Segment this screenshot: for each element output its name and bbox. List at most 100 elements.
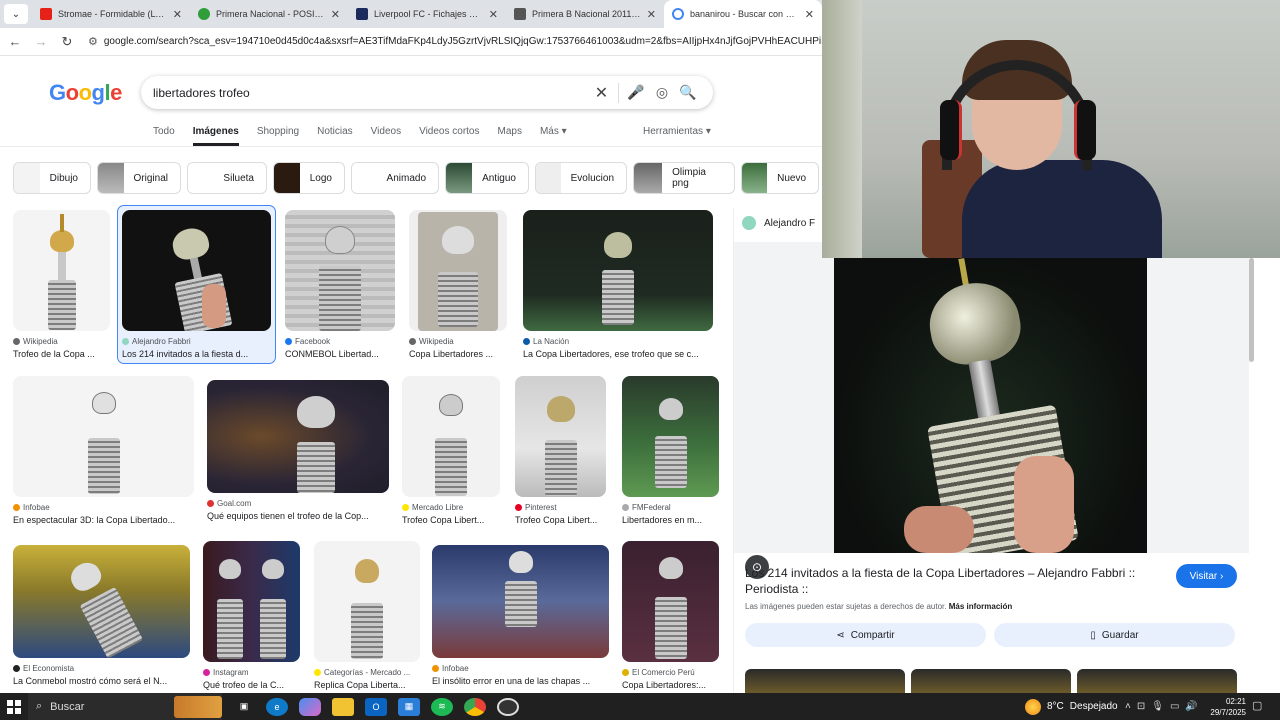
save-button[interactable]: ▯ Guardar — [994, 623, 1235, 647]
preview-title[interactable]: Los 214 invitados a la fiesta de la Copa… — [745, 565, 1155, 597]
result-thumbnail[interactable] — [285, 210, 395, 331]
image-result-selected[interactable]: Alejandro Fabbri Los 214 invitados a la … — [117, 205, 276, 364]
browser-tab[interactable]: Primera Nacional - POSICIONES ✕ — [190, 0, 348, 28]
browser-tab[interactable]: Liverpool FC - Fichajes 25/26 | ✕ — [348, 0, 506, 28]
result-thumbnail[interactable] — [622, 376, 719, 497]
image-result[interactable]: Pinterest Trofeo Copa Libert... — [515, 376, 606, 525]
result-title[interactable]: Trofeo Copa Libert... — [402, 515, 500, 525]
result-thumbnail[interactable] — [402, 376, 500, 497]
store-icon[interactable]: ▦ — [398, 697, 420, 716]
image-result[interactable]: El Economista La Conmebol mostró cómo se… — [13, 545, 190, 686]
related-image-thumbnail[interactable] — [911, 669, 1071, 693]
result-title[interactable]: Copa Libertadores:... — [622, 680, 719, 690]
image-result[interactable]: Wikipedia Copa Libertadores ... — [409, 210, 507, 359]
close-tab-icon[interactable]: ✕ — [173, 8, 182, 21]
result-title[interactable]: Libertadores en m... — [622, 515, 719, 525]
image-result[interactable]: FMFederal Libertadores en m... — [622, 376, 719, 525]
result-thumbnail[interactable] — [409, 210, 507, 331]
image-result[interactable]: La Nación La Copa Libertadores, ese trof… — [523, 210, 713, 359]
tab-videos[interactable]: Videos — [371, 126, 401, 146]
image-result[interactable]: Instagram Qué trofeo de la C... — [203, 541, 300, 690]
image-result[interactable]: Goal.com Qué equipos tienen el trofeo de… — [207, 380, 389, 521]
result-title[interactable]: Qué trofeo de la C... — [203, 680, 300, 690]
edge-icon[interactable]: e — [266, 697, 288, 716]
related-image-thumbnail[interactable] — [1077, 669, 1237, 693]
taskbar-search[interactable]: ⌕ Buscar — [28, 693, 222, 720]
search-box[interactable]: libertadores trofeo ✕ 🎤 ◎ 🔍 — [141, 76, 713, 109]
result-thumbnail[interactable] — [432, 545, 609, 658]
result-title[interactable]: Copa Libertadores ... — [409, 349, 507, 359]
tab-maps[interactable]: Maps — [497, 126, 521, 146]
volume-icon[interactable]: 🔊 — [1185, 701, 1197, 712]
chrome-icon[interactable] — [464, 697, 486, 716]
camera-icon[interactable]: ⊡ — [1137, 701, 1145, 712]
result-thumbnail[interactable] — [203, 541, 300, 662]
result-thumbnail[interactable] — [314, 541, 420, 662]
address-bar[interactable]: ⚙ google.com/search?sca_esv=194710e0d45d0… — [88, 31, 822, 53]
result-title[interactable]: Trofeo Copa Libert... — [515, 515, 606, 525]
browser-tab[interactable]: Primera B Nacional 2011/2012 ✕ — [506, 0, 664, 28]
close-tab-icon[interactable]: ✕ — [647, 8, 656, 21]
browser-tab-active[interactable]: bananirou - Buscar con Google ✕ — [664, 0, 822, 28]
image-result[interactable]: Infobae En espectacular 3D: la Copa Libe… — [13, 376, 194, 525]
tab-search-button[interactable]: ⌄ — [4, 4, 28, 24]
result-thumbnail[interactable] — [13, 376, 194, 497]
close-tab-icon[interactable]: ✕ — [489, 8, 498, 21]
tab-videos-cortos[interactable]: Videos cortos — [419, 126, 479, 146]
outlook-icon[interactable]: O — [365, 697, 387, 716]
reload-button[interactable]: ↻ — [56, 31, 78, 53]
result-title[interactable]: El insólito error en una de las chapas .… — [432, 676, 609, 686]
windows-start-icon[interactable] — [0, 699, 28, 714]
share-button[interactable]: ⋖ Compartir — [745, 623, 986, 647]
close-tab-icon[interactable]: ✕ — [805, 8, 814, 21]
result-title[interactable]: Replica Copa Liberta... — [314, 680, 420, 690]
result-title[interactable]: La Conmebol mostró cómo será el N... — [13, 676, 190, 686]
panel-scrollbar[interactable] — [1249, 258, 1254, 362]
result-title[interactable]: La Copa Libertadores, ese trofeo que se … — [523, 349, 713, 359]
image-result[interactable]: Categorías - Mercado ... Replica Copa Li… — [314, 541, 420, 690]
file-explorer-icon[interactable] — [332, 697, 354, 716]
tab-imagenes[interactable]: Imágenes — [192, 126, 239, 146]
chip-evolucion[interactable]: Evolucion — [535, 162, 627, 194]
result-thumbnail[interactable] — [515, 376, 606, 497]
preview-source[interactable]: Alejandro F — [742, 216, 815, 230]
chevron-up-icon[interactable]: ˄ — [1125, 701, 1131, 712]
chip-nuevo[interactable]: Nuevo — [741, 162, 819, 194]
search-input[interactable]: libertadores trofeo — [153, 86, 593, 100]
microphone-icon[interactable]: 🎤 — [623, 84, 649, 101]
chip-olimpia-png[interactable]: Olimpia png — [633, 162, 735, 194]
result-thumbnail[interactable] — [523, 210, 713, 331]
obs-icon[interactable] — [497, 697, 519, 716]
lens-icon[interactable]: ◎ — [649, 84, 675, 101]
chip-animado[interactable]: Animado — [351, 162, 439, 194]
forward-button[interactable]: → — [30, 31, 52, 53]
search-icon[interactable]: 🔍 — [675, 84, 701, 101]
tab-shopping[interactable]: Shopping — [257, 126, 299, 146]
image-result[interactable]: Facebook CONMEBOL Libertad... — [285, 210, 395, 359]
site-info-icon[interactable]: ⚙ — [88, 35, 98, 48]
result-thumbnail[interactable] — [13, 545, 190, 658]
copilot-icon[interactable] — [299, 697, 321, 716]
result-title[interactable]: En espectacular 3D: la Copa Libertado... — [13, 515, 194, 525]
spotify-icon[interactable]: ≋ — [431, 697, 453, 716]
result-title[interactable]: Los 214 invitados a la fiesta d... — [122, 349, 271, 359]
preview-image[interactable] — [834, 256, 1147, 553]
clock[interactable]: 02:21 29/7/2025 — [1198, 696, 1246, 718]
tab-mas[interactable]: Más ▾ — [540, 126, 567, 146]
result-thumbnail[interactable] — [122, 210, 271, 331]
mic-icon[interactable]: 🎙 — [1151, 701, 1164, 712]
close-tab-icon[interactable]: ✕ — [331, 8, 340, 21]
image-result[interactable]: Infobae El insólito error en una de las … — [432, 545, 609, 686]
visit-button[interactable]: Visitar › — [1176, 564, 1237, 588]
result-thumbnail[interactable] — [13, 210, 110, 331]
chip-original[interactable]: Original — [97, 162, 181, 194]
task-view-icon[interactable]: ▣ — [233, 698, 255, 716]
chip-silueta[interactable]: Silueta — [187, 162, 267, 194]
more-info-link[interactable]: Más información — [949, 602, 1013, 611]
tab-noticias[interactable]: Noticias — [317, 126, 353, 146]
chip-dibujo[interactable]: Dibujo — [13, 162, 91, 194]
image-result[interactable]: El Comercio Perú Copa Libertadores:... — [622, 541, 719, 690]
tab-todo[interactable]: Todo — [153, 126, 175, 146]
image-result[interactable]: Wikipedia Trofeo de la Copa ... — [13, 210, 110, 359]
related-image-thumbnail[interactable] — [745, 669, 905, 693]
